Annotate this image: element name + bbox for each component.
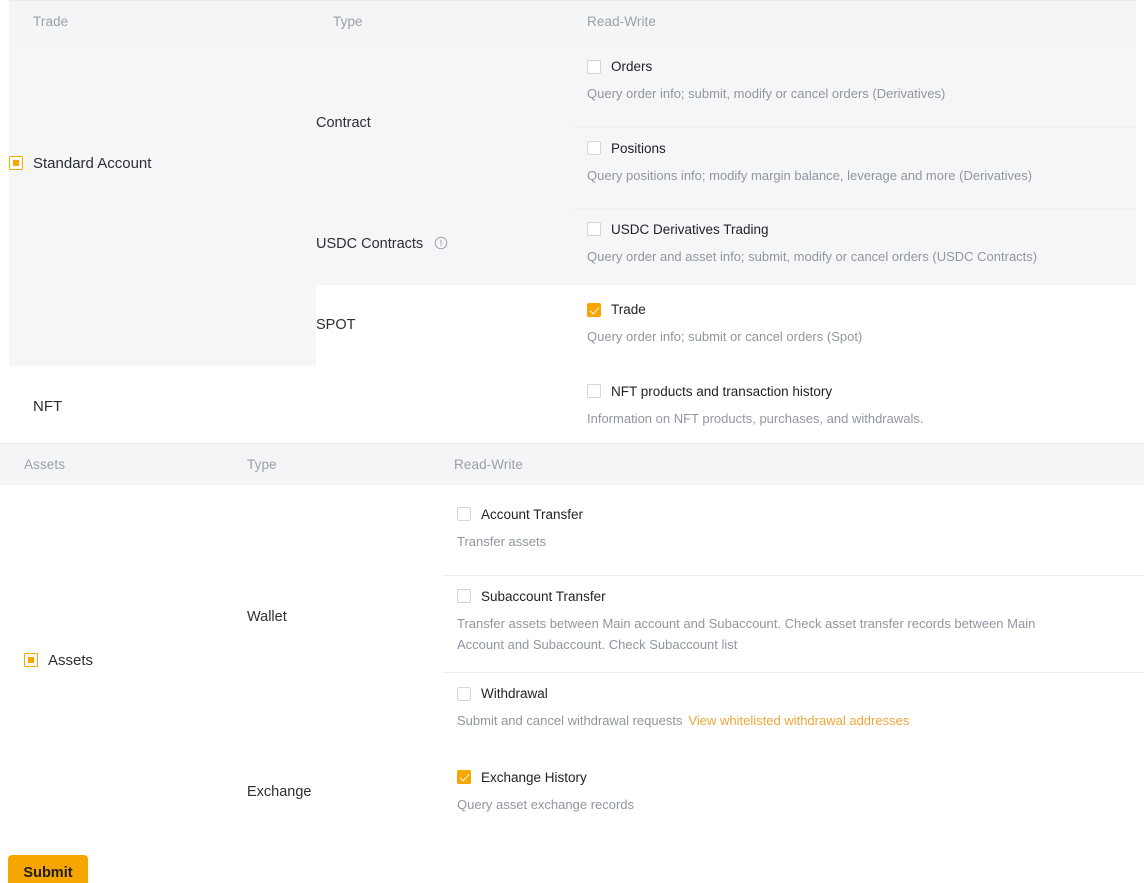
spot-trade-checkbox[interactable] (587, 302, 601, 317)
assets-col-header-type: Type (232, 443, 443, 485)
assets-group-checkbox[interactable] (24, 653, 38, 668)
withdrawal-checkbox[interactable] (457, 686, 471, 701)
orders-checkbox[interactable] (587, 59, 601, 74)
info-circle-icon[interactable] (434, 236, 448, 250)
account-transfer-description: Transfer assets (457, 533, 547, 549)
assets-permissions-table: Assets Type Read-Write Assets Wallet Acc… (0, 443, 1144, 836)
permission-exchange-history: Exchange History Query asset exchange re… (443, 757, 1144, 828)
nft-products-label: NFT products and transaction history (611, 383, 833, 399)
trade-row-spot-trade: SPOT Trade Query order info; submit or c… (9, 284, 1136, 366)
readwrite-cell-positions: Positions Query positions info; modify m… (573, 122, 1136, 204)
nft-group-label: NFT (33, 398, 63, 415)
trade-table-header-row: Trade Type Read-Write (9, 0, 1136, 42)
type-cell-wallet: Wallet (232, 484, 443, 749)
permission-subaccount-transfer: Subaccount Transfer Transfer assets betw… (443, 574, 1144, 668)
exchange-history-label: Exchange History (481, 769, 587, 785)
assets-col-header-assets: Assets (0, 443, 232, 485)
type-label-usdc-contracts: USDC Contracts (316, 236, 424, 252)
nft-products-description: Information on NFT products, purchases, … (587, 410, 924, 426)
assets-table-header-row: Assets Type Read-Write (0, 443, 1144, 485)
trade-col-header-readwrite: Read-Write (573, 0, 1136, 42)
exchange-history-description: Query asset exchange records (457, 796, 635, 812)
exchange-history-checkbox[interactable] (457, 770, 471, 785)
account-transfer-label: Account Transfer (481, 506, 584, 522)
permission-account-transfer: Account Transfer Transfer assets (443, 494, 1144, 565)
readwrite-cell-subaccount-transfer: Subaccount Transfer Transfer assets betw… (443, 574, 1144, 668)
type-label-contract: Contract (316, 114, 371, 131)
group-cell-nft: NFT (9, 365, 316, 448)
group-cell-assets: Assets (0, 484, 232, 836)
standard-account-label: Standard Account (33, 154, 152, 172)
subaccount-transfer-description: Transfer assets between Main account and… (457, 615, 1036, 652)
readwrite-cell-usdc-derivatives: USDC Derivatives Trading Query order and… (573, 203, 1136, 285)
usdc-derivatives-trading-label: USDC Derivatives Trading (611, 221, 769, 237)
type-label-exchange: Exchange (247, 784, 312, 801)
type-cell-usdc-contracts: USDC Contracts (316, 203, 573, 285)
orders-description: Query order info; submit, modify or canc… (587, 86, 946, 102)
withdrawal-description: Submit and cancel withdrawal requests (457, 713, 683, 729)
trade-row-contract-orders: Standard Account Contract Orders Query o… (9, 41, 1136, 285)
api-permissions-page: Trade Type Read-Write Standard Account C… (0, 0, 1144, 883)
standard-account-checkbox[interactable] (9, 156, 23, 170)
nft-products-checkbox[interactable] (587, 384, 601, 399)
subaccount-transfer-label: Subaccount Transfer (481, 588, 606, 604)
trade-permissions-table: Trade Type Read-Write Standard Account C… (9, 0, 1136, 448)
positions-description: Query positions info; modify margin bala… (587, 167, 1033, 183)
readwrite-cell-orders: Orders Query order info; submit, modify … (573, 41, 1136, 123)
readwrite-cell-account-transfer: Account Transfer Transfer assets (443, 484, 1144, 575)
permission-orders: Orders Query order info; submit, modify … (573, 46, 1136, 117)
type-label-spot: SPOT (316, 317, 356, 333)
permission-nft-products: NFT products and transaction history Inf… (573, 371, 1136, 442)
group-cell-spacer-standard (9, 284, 316, 366)
view-whitelisted-withdrawal-addresses-link[interactable]: View whitelisted withdrawal addresses (688, 713, 909, 728)
trade-row-nft: NFT NFT products and transaction history… (9, 365, 1136, 448)
permission-usdc-derivatives-trading: USDC Derivatives Trading Query order and… (573, 207, 1136, 280)
assets-row-account-transfer: Assets Wallet Account Transfer Transfer … (0, 484, 1144, 836)
permission-spot-trade: Trade Query order info; submit or cancel… (573, 289, 1136, 360)
readwrite-cell-exchange-history: Exchange History Query asset exchange re… (443, 748, 1144, 836)
type-cell-nft (316, 365, 573, 448)
orders-label: Orders (611, 59, 653, 75)
readwrite-cell-spot-trade: Trade Query order info; submit or cancel… (573, 284, 1136, 366)
usdc-derivatives-trading-description: Query order and asset info; submit, modi… (587, 248, 1038, 264)
withdrawal-description-wrap: Submit and cancel withdrawal requests Vie… (457, 710, 1144, 731)
permission-positions: Positions Query positions info; modify m… (573, 126, 1136, 199)
trade-col-header-trade: Trade (9, 0, 316, 42)
subaccount-transfer-checkbox[interactable] (457, 589, 471, 603)
submit-button[interactable]: Submit (8, 855, 88, 883)
withdrawal-label: Withdrawal (481, 686, 548, 702)
positions-label: Positions (611, 140, 666, 156)
usdc-derivatives-trading-checkbox[interactable] (587, 222, 601, 237)
spot-trade-label: Trade (611, 302, 646, 318)
account-transfer-checkbox[interactable] (457, 507, 471, 522)
positions-checkbox[interactable] (587, 141, 601, 156)
type-label-wallet: Wallet (247, 608, 287, 625)
assets-group-label: Assets (48, 651, 94, 669)
type-cell-spot: SPOT (316, 284, 573, 366)
permission-withdrawal: Withdrawal Submit and cancel withdrawal … (443, 672, 1144, 744)
readwrite-cell-withdrawal: Withdrawal Submit and cancel withdrawal … (443, 667, 1144, 749)
type-cell-exchange: Exchange (232, 748, 443, 836)
readwrite-cell-nft: NFT products and transaction history Inf… (573, 365, 1136, 448)
assets-col-header-readwrite: Read-Write (443, 443, 1144, 485)
type-cell-contract: Contract (316, 41, 573, 204)
spot-trade-description: Query order info; submit or cancel order… (587, 329, 863, 345)
trade-col-header-type: Type (316, 0, 573, 42)
group-cell-standard-account: Standard Account (9, 41, 316, 285)
